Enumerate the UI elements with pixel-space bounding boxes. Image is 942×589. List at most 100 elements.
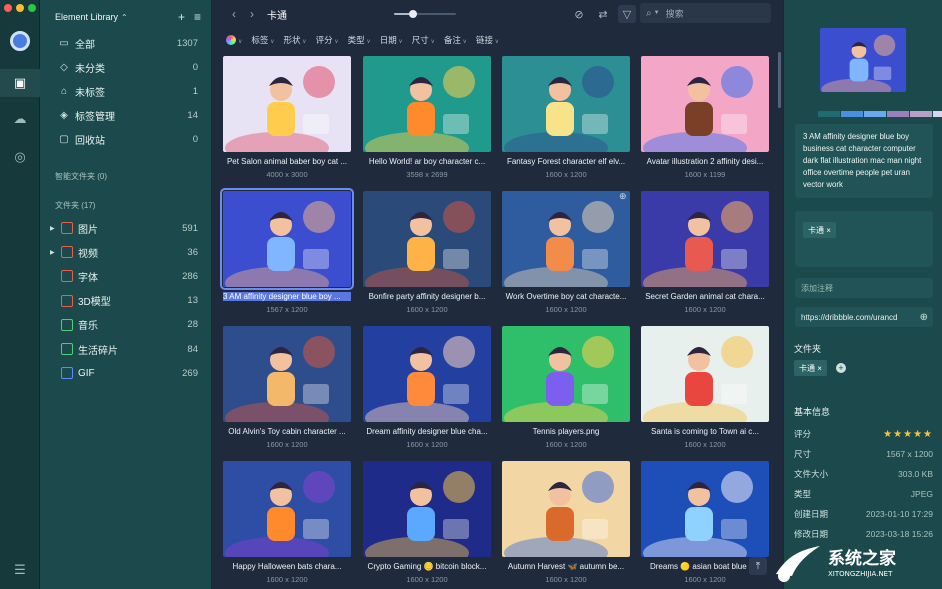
sidebar-item[interactable]: ▢ 回收站 0 [58,127,198,151]
description-field[interactable]: 3 AM affinity designer blue boy business… [795,124,933,198]
scroll-to-top-button[interactable]: ⤒ [749,557,767,575]
zoom-slider-knob[interactable] [408,10,417,18]
filter-dropdown[interactable]: 尺寸 [412,34,435,46]
asset-thumbnail[interactable] [502,56,630,152]
asset-card[interactable]: Dream affinity designer blue cha... 1600 … [353,322,493,454]
folder-chip[interactable]: 卡通 × [794,360,827,376]
preview-thumbnail[interactable] [820,28,906,92]
asset-card[interactable]: Secret Garden animal cat chara... 1600 x … [631,187,771,319]
asset-thumbnail[interactable] [363,56,491,152]
compass-icon[interactable]: ◎ [0,143,40,171]
asset-card[interactable]: 3 AM affinity designer blue boy ... 1567 … [213,187,354,319]
add-icon[interactable]: + [178,10,185,24]
asset-card[interactable]: Autumn Harvest 🦋 autumn be... 1600 x 1200 [492,457,632,589]
asset-name[interactable]: Happy Halloween bats chara... [223,562,351,571]
asset-name[interactable]: Fantasy Forest character elf elv... [502,157,630,166]
asset-name[interactable]: Santa is coming to Town ai c... [641,427,769,436]
rating-stars[interactable]: ★★★★★ [883,429,933,440]
sidebar-item[interactable]: ◈ 标签管理 14 [58,103,198,127]
zoom-window-button[interactable] [28,4,36,12]
sidebar-item[interactable]: ⌂ 未标签 1 [58,79,198,103]
filter-dropdown[interactable]: 日期 [380,34,403,46]
app-logo-icon[interactable] [10,31,30,51]
grid-scrollbar[interactable] [778,52,781,108]
filter-dropdown[interactable]: 标签 [251,34,274,46]
asset-thumbnail[interactable] [363,191,491,287]
globe-icon[interactable]: ⊕ [920,312,928,323]
palette-swatch[interactable] [910,111,932,117]
star-icon[interactable]: ★ [923,429,933,440]
back-icon[interactable]: ‹ [225,7,243,21]
asset-thumbnail[interactable] [502,191,630,287]
library-icon[interactable]: ▣ [0,69,40,97]
asset-thumbnail[interactable] [220,188,354,290]
asset-name[interactable]: Dream affinity designer blue cha... [363,427,491,436]
color-filter-chevron[interactable] [238,35,242,45]
star-icon[interactable]: ★ [883,429,893,440]
asset-card[interactable]: Work Overtime boy cat characte... 1600 x … [492,187,632,319]
asset-card[interactable]: Fantasy Forest character elf elv... 1600 … [492,52,632,184]
palette-swatch[interactable] [818,111,840,117]
sidebar-item[interactable]: ▭ 全部 1307 [58,31,198,55]
smart-folders-header[interactable]: 智能文件夹 (0) [55,171,107,182]
asset-name[interactable]: Pet Salon animal baber boy cat ... [223,157,351,166]
asset-name[interactable]: 3 AM affinity designer blue boy ... [223,292,351,301]
asset-name[interactable]: Crypto Gaming 🪙 bitcoin block... [363,562,491,571]
zoom-slider[interactable] [394,10,456,18]
star-icon[interactable]: ★ [903,429,913,440]
palette-swatch[interactable] [841,111,863,117]
folder-item[interactable]: ▶ 图片 591 [50,216,198,240]
filter-dropdown[interactable]: 链接 [476,34,499,46]
asset-thumbnail[interactable] [641,461,769,557]
minimize-window-button[interactable] [16,4,24,12]
folder-item[interactable]: 生活碎片 84 [50,337,198,361]
asset-thumbnail[interactable] [363,326,491,422]
tag-chip[interactable]: 卡通 × [803,222,836,238]
asset-name[interactable]: Autumn Harvest 🦋 autumn be... [502,562,630,571]
add-folder-icon[interactable]: + [836,363,846,373]
library-switcher[interactable]: Element Library ⌃ + ≡ [55,9,201,25]
asset-thumbnail[interactable] [641,191,769,287]
library-name[interactable]: Element Library [55,12,118,22]
asset-name[interactable]: Secret Garden animal cat chara... [641,292,769,301]
asset-thumbnail[interactable] [641,56,769,152]
tags-field[interactable]: 卡通 × [795,211,933,267]
asset-card[interactable]: Avatar illustration 2 affinity desi... 16… [631,52,771,184]
search-input[interactable]: ⌕ ▼ 搜索 [640,3,771,23]
menu-icon[interactable]: ≡ [194,10,201,24]
close-window-button[interactable] [4,4,12,12]
asset-thumbnail[interactable] [223,461,351,557]
asset-name[interactable]: Bonfire party affinity designer b... [363,292,491,301]
note-input[interactable]: 添加注释 [795,278,933,298]
remove-tag-icon[interactable]: × [826,226,831,235]
asset-name[interactable]: Tennis players.png [502,427,630,436]
asset-card[interactable]: Crypto Gaming 🪙 bitcoin block... 1600 x 1… [353,457,493,589]
asset-card[interactable]: Old Alvin's Toy cabin character ... 1600 … [213,322,353,454]
expand-arrow-icon[interactable]: ▶ [50,249,58,256]
asset-thumbnail[interactable] [223,56,351,152]
asset-name[interactable]: Avatar illustration 2 affinity desi... [641,157,769,166]
asset-card[interactable]: Santa is coming to Town ai c... 1600 x 12… [631,322,771,454]
asset-thumbnail[interactable] [502,326,630,422]
sort-icon[interactable]: ⇄ [594,5,612,23]
folders-header[interactable]: 文件夹 (17) [55,200,95,211]
star-icon[interactable]: ★ [913,429,923,440]
url-field[interactable]: https://dribbble.com/urancd ⊕ [795,307,933,327]
asset-name[interactable]: Old Alvin's Toy cabin character ... [223,427,351,436]
asset-name[interactable]: Work Overtime boy cat characte... [502,292,630,301]
palette-swatch[interactable] [887,111,909,117]
asset-card[interactable]: Happy Halloween bats chara... 1600 x 1200 [213,457,353,589]
palette-swatch[interactable] [864,111,886,117]
expand-arrow-icon[interactable]: ▶ [50,225,58,232]
asset-thumbnail[interactable] [502,461,630,557]
filter-dropdown[interactable]: 类型 [348,34,371,46]
asset-name[interactable]: Hello World! ar boy character c... [363,157,491,166]
asset-card[interactable]: Pet Salon animal baber boy cat ... 4000 x… [213,52,353,184]
cloud-icon[interactable]: ☁ [0,105,40,133]
filter-dropdown[interactable]: 形状 [283,34,306,46]
asset-thumbnail[interactable] [641,326,769,422]
folder-item[interactable]: GIF 269 [50,361,198,385]
asset-thumbnail[interactable] [363,461,491,557]
star-icon[interactable]: ★ [893,429,903,440]
filter-icon[interactable]: ▽ [618,5,636,23]
